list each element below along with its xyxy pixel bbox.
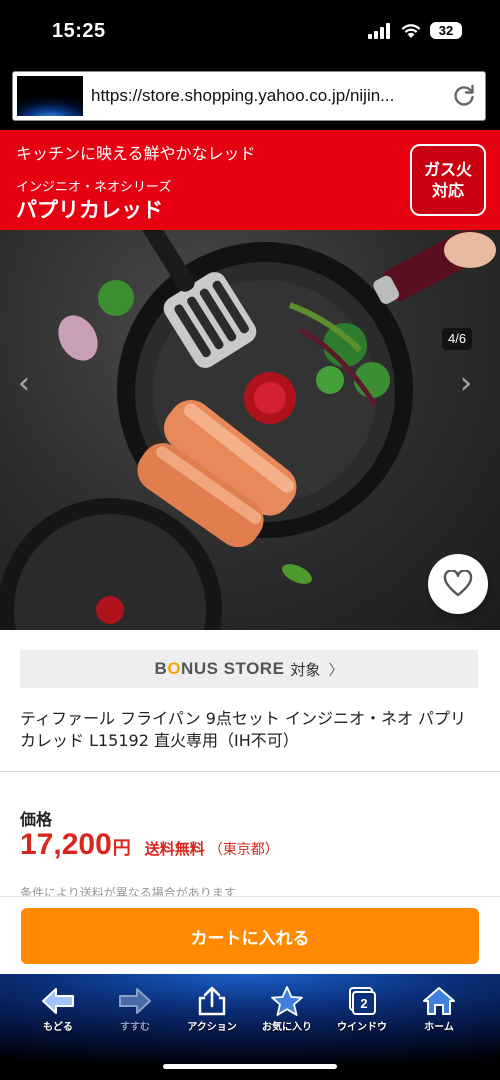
banner-color-name: パプリカレッド bbox=[16, 198, 163, 222]
price-value: 17,200 bbox=[20, 828, 112, 861]
price-unit: 円 bbox=[112, 838, 131, 859]
price-row: 17,200 円 送料無料 （東京都） bbox=[20, 828, 279, 862]
image-counter: 4/6 bbox=[442, 328, 473, 350]
windows-icon: 2 bbox=[349, 987, 376, 1015]
forward-arrow-icon bbox=[119, 988, 151, 1014]
back-button[interactable]: もどる bbox=[27, 986, 89, 1033]
status-icons: 32 bbox=[368, 22, 462, 39]
gas-compatible-badge: ガス火 対応 bbox=[410, 144, 486, 216]
wifi-icon bbox=[401, 23, 421, 38]
home-icon bbox=[423, 987, 455, 1015]
add-to-cart-button[interactable]: カートに入れる bbox=[21, 908, 479, 964]
carousel-next-icon[interactable]: › bbox=[460, 366, 472, 401]
banner-series: インジニオ・ネオシリーズ bbox=[16, 180, 172, 195]
status-bar: 15:25 32 bbox=[0, 0, 500, 66]
bonus-store-logo: BONUS STORE bbox=[154, 659, 285, 678]
windows-count: 2 bbox=[360, 996, 367, 1011]
shipping-region: （東京都） bbox=[208, 842, 279, 858]
product-image-carousel[interactable]: キッチンに映える鮮やかなレッド インジニオ・ネオシリーズ パプリカレッド ガス火… bbox=[0, 130, 500, 630]
url-field[interactable]: https://store.shopping.yahoo.co.jp/nijin… bbox=[12, 71, 486, 121]
free-shipping-text: 送料無料 bbox=[144, 840, 205, 858]
cart-area: カートに入れる bbox=[0, 896, 500, 975]
carousel-prev-icon[interactable]: ‹ bbox=[18, 366, 30, 401]
favorite-button[interactable] bbox=[428, 554, 488, 614]
product-title: ティファール フライパン 9点セット インジニオ・ネオ パプリカレッド L151… bbox=[20, 709, 467, 750]
divider bbox=[0, 771, 500, 772]
back-arrow-icon bbox=[42, 988, 74, 1014]
site-thumbnail bbox=[17, 76, 83, 116]
promo-banner: キッチンに映える鮮やかなレッド インジニオ・ネオシリーズ パプリカレッド ガス火… bbox=[0, 130, 500, 230]
home-indicator bbox=[163, 1064, 337, 1069]
heart-icon bbox=[443, 570, 473, 597]
share-icon bbox=[198, 986, 226, 1016]
signal-icon bbox=[368, 22, 390, 39]
reload-icon[interactable] bbox=[451, 83, 477, 109]
address-bar: https://store.shopping.yahoo.co.jp/nijin… bbox=[0, 66, 500, 130]
status-time: 15:25 bbox=[52, 20, 106, 42]
browser-screen: 15:25 32 https://store.shopping.yahoo.co… bbox=[0, 0, 500, 1080]
chevron-right-icon: 〉 bbox=[328, 660, 344, 679]
gas-badge-line2: 対応 bbox=[431, 181, 464, 200]
action-button[interactable]: アクション bbox=[181, 986, 243, 1033]
gas-badge-line1: ガス火 bbox=[423, 160, 472, 179]
bonus-store-banner[interactable]: BONUS STORE 対象 〉 bbox=[20, 650, 478, 688]
price-label: 価格 bbox=[20, 810, 53, 829]
windows-button[interactable]: 2 ウインドウ bbox=[331, 986, 393, 1033]
bookmarks-button[interactable]: お気に入り bbox=[256, 986, 318, 1033]
battery-icon: 32 bbox=[430, 22, 462, 39]
star-icon bbox=[271, 986, 303, 1016]
bonus-store-suffix: 対象 bbox=[290, 660, 321, 679]
forward-button[interactable]: すすむ bbox=[104, 986, 166, 1033]
home-button[interactable]: ホーム bbox=[408, 986, 470, 1033]
url-text[interactable]: https://store.shopping.yahoo.co.jp/nijin… bbox=[91, 86, 441, 106]
banner-tagline: キッチンに映える鮮やかなレッド bbox=[16, 144, 256, 163]
shipping-condition-note: 条件により送料が異なる場合があります bbox=[20, 886, 236, 896]
